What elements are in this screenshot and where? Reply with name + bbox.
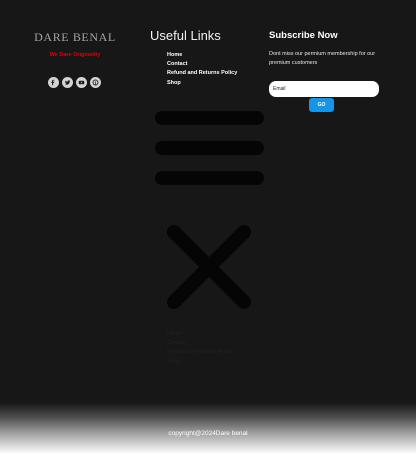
site-footer: copyright@2024Dare benal	[0, 403, 416, 454]
footer-link-refund-policy[interactable]: Refund and Returns Policy	[167, 69, 237, 78]
social-links	[48, 77, 101, 88]
mobile-menu-link-contact[interactable]: Contact	[167, 339, 232, 348]
facebook-icon[interactable]	[48, 77, 59, 88]
hamburger-bar-bottom[interactable]	[155, 171, 264, 185]
useful-links-section: Useful Links Home Contact Refund and Ret…	[150, 28, 237, 88]
copyright-text: copyright@2024Dare benal	[168, 430, 248, 437]
subscribe-description: Dont miss our permium membership for our…	[269, 51, 376, 66]
useful-links-title: Useful Links	[150, 28, 221, 43]
brand-block: DARE BENAL We Dare Originality	[30, 30, 120, 58]
hamburger-bar-middle[interactable]	[155, 141, 264, 155]
brand-tagline: We Dare Originality	[49, 52, 101, 58]
footer-link-contact[interactable]: Contact	[167, 60, 237, 69]
pinterest-icon[interactable]	[90, 77, 101, 88]
close-icon[interactable]	[165, 223, 253, 311]
mobile-menu-link-home[interactable]: Home	[167, 330, 232, 339]
footer-link-shop[interactable]: Shop	[167, 79, 237, 88]
brand-name: DARE BENAL	[34, 30, 116, 44]
mobile-menu-link-shop[interactable]: Shop	[167, 358, 232, 367]
youtube-icon[interactable]	[76, 77, 87, 88]
footer-link-home[interactable]: Home	[167, 51, 237, 60]
twitter-icon[interactable]	[62, 77, 73, 88]
hamburger-bar-top[interactable]	[155, 111, 264, 125]
email-field[interactable]	[269, 81, 379, 97]
subscribe-title: Subscribe Now	[269, 30, 338, 41]
mobile-menu-list: Home Contact Refund and Returns Policy S…	[167, 330, 232, 367]
useful-links-list: Home Contact Refund and Returns Policy S…	[150, 51, 237, 88]
subscribe-go-button[interactable]: GO	[309, 98, 334, 112]
subscribe-section: Subscribe Now Dont miss our permium memb…	[269, 30, 381, 112]
mobile-menu-link-refund-policy[interactable]: Refund and Returns Policy	[167, 348, 232, 357]
